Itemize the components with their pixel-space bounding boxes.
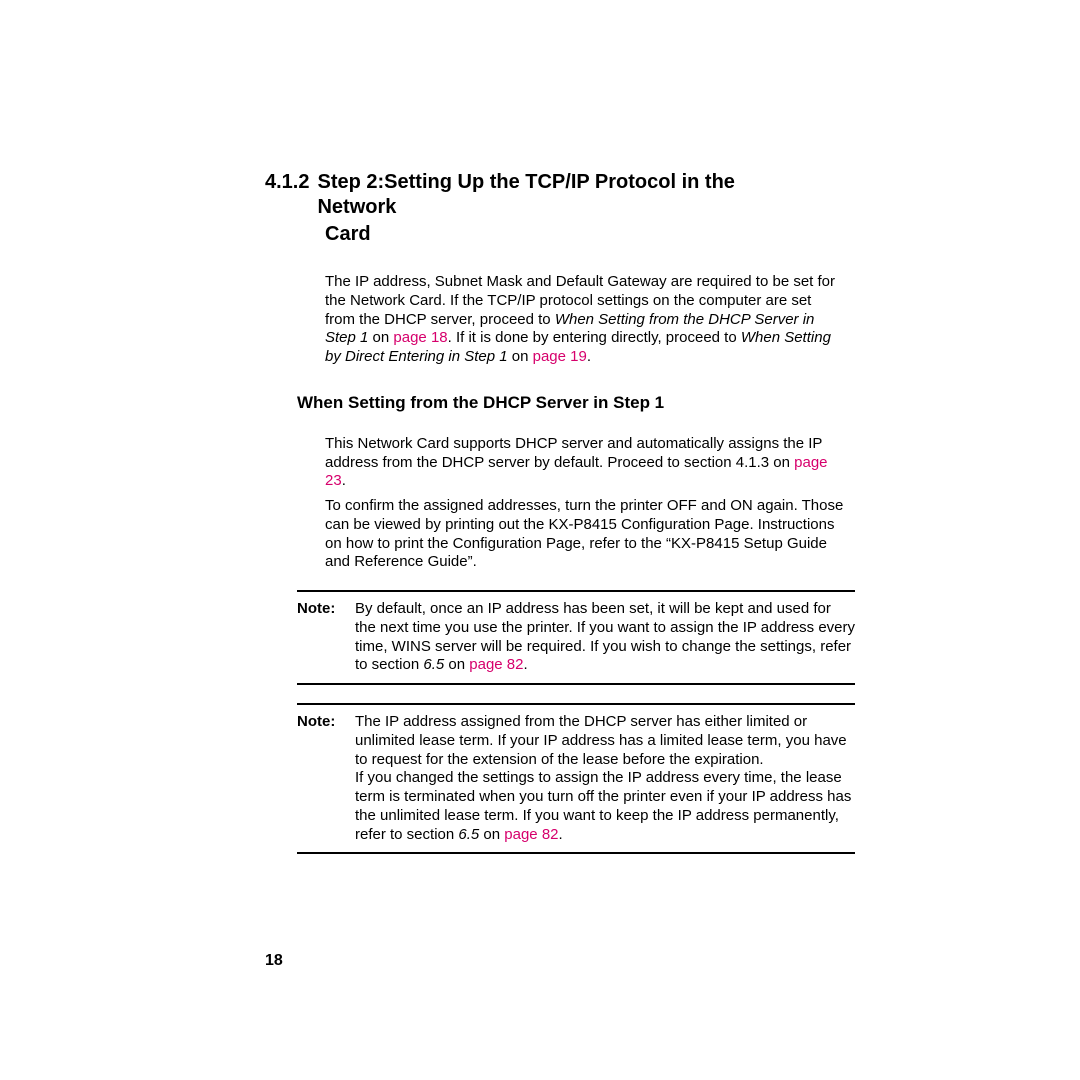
note-block-1: Note: By default, once an IP address has… [297,590,855,685]
section-title-line1: Step 2:Setting Up the TCP/IP Protocol in… [309,170,797,220]
note2-section-ref: 6.5 [458,826,479,843]
note1-text-b: on [444,656,469,673]
section-heading: 4.1.2 Step 2:Setting Up the TCP/IP Proto… [265,170,850,220]
page-link-82b[interactable]: page 82 [504,826,558,843]
note-text-2: The IP address assigned from the DHCP se… [355,713,855,844]
note-label: Note: [297,600,355,675]
section-title-line2: Card [265,222,850,247]
intro-text-c: . If it is done by entering directly, pr… [448,329,741,346]
page-link-19[interactable]: page 19 [533,348,587,365]
note2-text-c: . [559,826,563,843]
note2-text-a: If you changed the settings to assign th… [355,769,851,842]
note2-para-1: The IP address assigned from the DHCP se… [355,713,855,769]
page-link-82a[interactable]: page 82 [469,656,523,673]
note2-para-2: If you changed the settings to assign th… [355,769,855,844]
intro-paragraph: The IP address, Subnet Mask and Default … [325,273,845,367]
note-block-2: Note: The IP address assigned from the D… [297,703,855,854]
body-text-2b: on [769,454,794,471]
note-text-1: By default, once an IP address has been … [355,600,855,675]
body-paragraph-1: This Network Card supports DHCP server a… [325,435,845,491]
note-label: Note: [297,713,355,844]
section-number: 4.1.2 [265,170,309,220]
body-section-ref: 4.1.3 [736,454,769,471]
body-paragraph-2: To confirm the assigned addresses, turn … [325,497,845,572]
note1-section-ref: 6.5 [423,656,444,673]
subsection-heading: When Setting from the DHCP Server in Ste… [297,393,850,413]
intro-text-d: on [508,348,533,365]
intro-text-b: on [368,329,393,346]
body-text-2c: . [342,472,346,489]
note1-text-c: . [524,656,528,673]
intro-text-e: . [587,348,591,365]
document-page: 4.1.2 Step 2:Setting Up the TCP/IP Proto… [0,0,1080,1080]
page-link-18[interactable]: page 18 [393,329,447,346]
page-number: 18 [265,952,283,970]
note2-text-b: on [479,826,504,843]
